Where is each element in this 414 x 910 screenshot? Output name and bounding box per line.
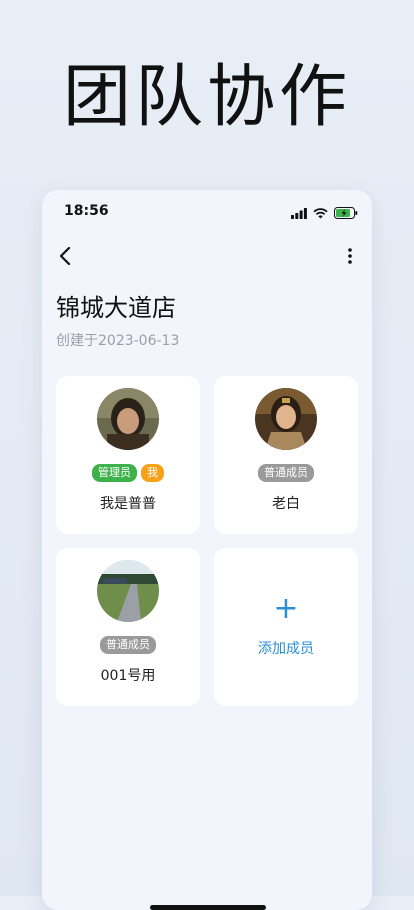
avatar bbox=[97, 560, 159, 622]
chevron-left-icon bbox=[59, 246, 71, 266]
member-name: 001号用 bbox=[100, 668, 156, 684]
add-member-button[interactable]: + 添加成员 bbox=[214, 548, 358, 706]
phone-screen: 18:56 锦城大道店 创建于2023-06-13 管理员 我 我是普普 普通成… bbox=[42, 190, 372, 910]
status-time: 18:56 bbox=[64, 203, 109, 219]
nav-bar bbox=[42, 240, 372, 272]
member-card[interactable]: 管理员 我 我是普普 bbox=[56, 376, 200, 534]
admin-badge: 管理员 bbox=[92, 464, 137, 482]
more-vertical-icon bbox=[348, 248, 352, 264]
me-badge: 我 bbox=[141, 464, 164, 482]
normal-member-badge: 普通成员 bbox=[100, 636, 156, 654]
wifi-icon bbox=[313, 204, 328, 223]
battery-charging-icon bbox=[334, 204, 358, 223]
add-member-label: 添加成员 bbox=[258, 641, 314, 657]
member-card[interactable]: 普通成员 老白 bbox=[214, 376, 358, 534]
member-name: 我是普普 bbox=[100, 496, 156, 512]
more-button[interactable] bbox=[342, 244, 358, 268]
status-bar: 18:56 bbox=[42, 190, 372, 232]
hero-title: 团队协作 bbox=[62, 58, 351, 137]
avatar bbox=[255, 388, 317, 450]
created-date: 创建于2023-06-13 bbox=[56, 333, 180, 349]
member-name: 老白 bbox=[272, 496, 300, 512]
member-badges: 普通成员 bbox=[56, 636, 200, 654]
avatar bbox=[97, 388, 159, 450]
normal-member-badge: 普通成员 bbox=[258, 464, 314, 482]
home-indicator bbox=[150, 905, 266, 910]
member-badges: 管理员 我 bbox=[56, 464, 200, 482]
signal-icon bbox=[291, 204, 307, 223]
store-name: 锦城大道店 bbox=[56, 294, 176, 322]
member-badges: 普通成员 bbox=[214, 464, 358, 482]
member-card[interactable]: 普通成员 001号用 bbox=[56, 548, 200, 706]
status-icons bbox=[291, 204, 358, 223]
back-button[interactable] bbox=[54, 244, 78, 268]
plus-icon: + bbox=[273, 591, 299, 626]
